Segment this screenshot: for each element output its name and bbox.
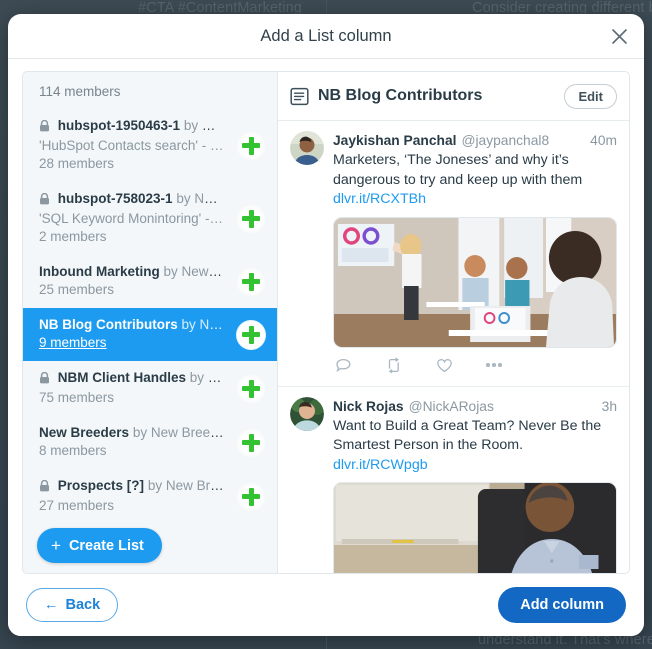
tweet-text: Marketers, ‘The Joneses’ and why it’s da… [333,152,583,188]
list-item-members: 8 members [39,443,107,458]
arrow-left-icon: ← [44,597,59,613]
add-list-plus-icon[interactable] [237,374,265,403]
lists-scroll-area[interactable]: hubspot-1950463-1 by Ne… 'HubSpot Contac… [23,109,277,573]
list-item-members: 27 members [39,498,115,513]
list-item-owner: by New… [189,370,225,385]
list-item[interactable]: New Breeders by New Breed M… 8 members [23,416,277,469]
list-item-owner: by New Bre… [163,264,225,279]
add-list-plus-icon[interactable] [237,482,265,511]
list-item-name: hubspot-758023-1 [57,191,173,206]
list-item[interactable]: hubspot-1950463-1 by Ne… 'HubSpot Contac… [23,109,277,182]
back-label: Back [65,597,101,613]
list-item-title: New Breeders by New Breed M… [39,424,225,442]
more-icon[interactable] [486,363,502,367]
list-item-members-link[interactable]: 9 members [39,334,225,352]
tweet-meta: Nick Rojas @NickARojas 3h [333,397,617,416]
dialog-header: Add a List column [8,14,644,59]
list-item-members: 28 members [39,156,115,171]
reply-icon[interactable] [335,357,352,374]
add-list-plus-icon[interactable] [237,320,265,349]
retweet-icon[interactable] [385,357,403,374]
dialog-footer: ← Back Add column [8,574,644,636]
tweet-handle[interactable]: @NickARojas [409,397,597,416]
tweet-link[interactable]: dlvr.it/RCWpgb [333,456,617,476]
tweet-handle[interactable]: @jaypanchal8 [461,131,585,150]
like-icon[interactable] [436,357,453,374]
tweet-author[interactable]: Jaykishan Panchal [333,131,456,150]
lock-icon [39,119,50,137]
close-icon[interactable] [604,21,634,51]
create-list-label: Create List [68,537,144,554]
list-item-title: Prospects [?] by New Breed … [39,477,225,497]
lock-icon [39,371,50,389]
tweet-timestamp: 40m [590,133,617,148]
tweet-timestamp: 3h [601,398,617,414]
add-list-plus-icon[interactable] [237,131,265,160]
list-item-members: 75 members [39,390,115,405]
tweet-link[interactable]: dlvr.it/RCXTBh [333,190,617,210]
lists-total-members: 114 members [39,84,121,99]
tweet-text: Want to Build a Great Team? Never Be the… [333,417,602,454]
list-item-description: 'SQL Keyword Monintoring' - auto-… [39,211,225,226]
list-item-name: New Breeders [39,425,130,440]
list-item-owner: by New Breed … [147,478,225,493]
tweet-author[interactable]: Nick Rojas [333,397,404,416]
list-item-owner: by New Breed M… [132,425,225,440]
add-list-column-dialog: Add a List column 114 members hubspot-19… [8,14,644,636]
list-item-title: NB Blog Contributors by New B… [39,316,225,334]
add-list-plus-icon[interactable] [237,204,265,233]
list-item-name: NBM Client Handles [57,370,187,385]
tweet-media-image[interactable] [333,482,617,573]
edit-button[interactable]: Edit [564,83,617,109]
list-item-owner: by New … [176,191,225,206]
add-list-plus-icon[interactable] [237,428,265,457]
dialog-body: 114 members hubspot-1950463-1 by Ne… 'Hu… [8,59,644,574]
tweet-item: Nick Rojas @NickARojas 3h Want to Build … [278,387,629,573]
list-item[interactable]: Inbound Marketing by New Bre… 25 members [23,255,277,308]
list-item[interactable]: NBM Client Handles by New… 75 members [23,361,277,416]
list-item-title: NBM Client Handles by New… [39,369,225,389]
list-item-title: hubspot-758023-1 by New … [39,190,225,210]
tweet-meta: Jaykishan Panchal @jaypanchal8 40m [333,131,617,150]
lists-panel: 114 members hubspot-1950463-1 by Ne… 'Hu… [22,71,278,574]
preview-list-title: NB Blog Contributors [318,87,483,104]
tweet-feed[interactable]: Jaykishan Panchal @jaypanchal8 40m Marke… [278,121,629,573]
list-item-selected[interactable]: NB Blog Contributors by New B… 9 members [23,308,277,361]
avatar[interactable] [290,396,324,431]
list-item-owner: by New B… [181,317,226,332]
list-item-name: NB Blog Contributors [39,317,178,332]
list-icon [290,87,309,106]
back-button[interactable]: ← Back [26,588,119,622]
tweet-media-image[interactable] [333,216,617,348]
list-item-title: Inbound Marketing by New Bre… [39,263,225,281]
create-list-button[interactable]: + Create List [37,528,162,563]
tweet-body: Jaykishan Panchal @jaypanchal8 40m Marke… [333,131,617,386]
list-item-owner: by Ne… [183,118,225,133]
lock-icon [39,192,50,210]
list-item[interactable]: Prospects [?] by New Breed … 27 members [23,469,277,524]
tweet-body: Nick Rojas @NickARojas 3h Want to Build … [333,397,617,573]
list-item-name: hubspot-1950463-1 [57,118,181,133]
list-item-name: Inbound Marketing [39,264,160,279]
dialog-title: Add a List column [260,26,392,45]
list-item-members: 2 members [39,229,107,244]
list-item-members: 25 members [39,282,115,297]
list-item-name: Prospects [?] [57,478,145,493]
lock-icon [39,479,50,497]
add-column-button[interactable]: Add column [498,587,626,623]
avatar[interactable] [290,131,324,165]
tweet-item: Jaykishan Panchal @jaypanchal8 40m Marke… [278,121,629,387]
preview-header: NB Blog Contributors Edit [278,72,629,121]
list-item-description: 'HubSpot Contacts search' - auto-… [39,138,225,153]
list-preview-panel: NB Blog Contributors Edit Jaykishan Panc… [278,71,630,574]
plus-icon: + [51,536,61,555]
list-item[interactable]: hubspot-758023-1 by New … 'SQL Keyword M… [23,182,277,255]
list-item-title: hubspot-1950463-1 by Ne… [39,117,225,137]
tweet-actions [333,348,617,378]
add-list-plus-icon[interactable] [237,267,265,296]
